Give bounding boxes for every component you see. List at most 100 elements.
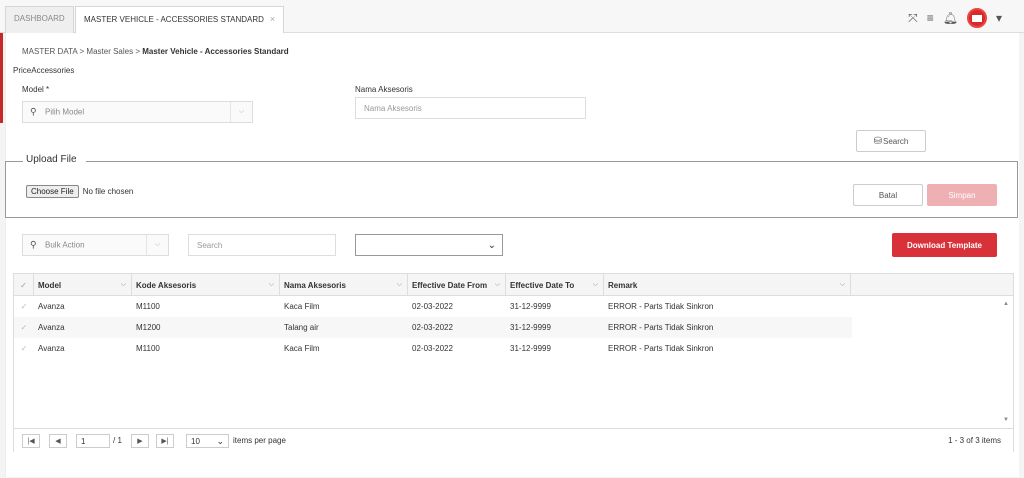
cell-model: Avanza (38, 323, 65, 332)
bell-icon[interactable]: 🔔︎ (943, 11, 958, 25)
column-label: Effective Date From (412, 280, 488, 290)
fullscreen-icon[interactable]: ⤧ (908, 11, 918, 26)
last-page-icon[interactable]: ▶| (156, 434, 174, 448)
bulk-action-select[interactable]: ⚲ Bulk Action ⌵ (22, 234, 169, 256)
section-title: PriceAccessories (13, 66, 75, 75)
column-header-date-from[interactable]: Effective Date From ⌵ (408, 274, 506, 296)
breadcrumb-separator: > (79, 47, 85, 56)
first-page-icon[interactable]: |◀ (22, 434, 40, 448)
column-label: Kode Aksesoris (136, 280, 197, 290)
table-row[interactable]: ✓ Avanza M1100 Kaca Film 02-03-2022 31-1… (14, 338, 852, 359)
column-header-model[interactable]: Model ⌵ (34, 274, 132, 296)
breadcrumb-current: Master Vehicle - Accessories Standard (142, 47, 289, 56)
column-label: Remark (608, 280, 638, 290)
cell-remark: ERROR - Parts Tidak Sinkron (608, 302, 714, 311)
cell-model: Avanza (38, 344, 65, 353)
column-label: Model (38, 280, 62, 290)
chevron-down-icon[interactable]: ⌵ (495, 281, 500, 289)
data-grid: ✓ Model ⌵ Kode Aksesoris ⌵ Nama Aksesoris ⌵… (13, 273, 1014, 452)
scroll-down-icon[interactable]: ▼ (1003, 417, 1009, 423)
next-page-icon[interactable]: ▶ (131, 434, 149, 448)
cell-model: Avanza (38, 302, 65, 311)
simpan-button[interactable]: Simpan (927, 184, 997, 206)
chevron-down-icon[interactable]: ⌵ (269, 281, 274, 289)
cell-remark: ERROR - Parts Tidak Sinkron (608, 344, 714, 353)
nama-aksesoris-label: Nama Aksesoris (355, 85, 413, 94)
model-select[interactable]: ⚲ Pilih Model ⌵ (22, 101, 253, 123)
file-chooser: Choose File No file chosen (26, 185, 133, 198)
model-label: Model * (22, 85, 50, 94)
row-checkbox[interactable]: ✓ (14, 296, 34, 317)
column-label: Nama Aksesoris (284, 280, 346, 290)
search-button-label: Search (883, 136, 909, 146)
top-icons: ⤧ ≡ 🔔︎ ▾ (908, 8, 1002, 28)
search-button[interactable]: ⛁ Search (856, 130, 926, 152)
model-placeholder: Pilih Model (45, 107, 85, 117)
download-template-button[interactable]: Download Template (892, 233, 997, 257)
column-header-remark[interactable]: Remark ⌵ (604, 274, 851, 296)
database-icon: ⛁ (873, 135, 883, 147)
pager: |◀ ◀ 1 / 1 ▶ ▶| 10 ⌄ items per page 1 - … (14, 428, 1013, 452)
chevron-down-icon[interactable]: ⌵ (121, 281, 126, 289)
row-checkbox[interactable]: ✓ (14, 338, 34, 359)
cell-kode: M1200 (136, 323, 161, 332)
cell-nama: Kaca Film (284, 302, 320, 311)
cell-date-to: 31-12-9999 (510, 323, 551, 332)
chevron-down-icon[interactable]: ⌵ (146, 235, 168, 255)
tab-master-vehicle[interactable]: MASTER VEHICLE - ACCESSORIES STANDARD × (75, 6, 285, 34)
pager-summary: 1 - 3 of 3 items (948, 436, 1001, 445)
menu-icon[interactable]: ≡ (927, 11, 934, 25)
search-icon: ⚲ (30, 239, 37, 250)
batal-button[interactable]: Batal (853, 184, 923, 206)
cell-date-from: 02-03-2022 (412, 344, 453, 353)
chevron-down-icon: ⌄ (487, 239, 496, 251)
breadcrumb-separator: > (135, 47, 140, 56)
page-size-value: 10 (191, 436, 200, 446)
breadcrumb-master-sales[interactable]: Master Sales (86, 47, 133, 56)
filter-dropdown[interactable]: ⌄ (355, 234, 503, 256)
column-header-nama[interactable]: Nama Aksesoris ⌵ (280, 274, 408, 296)
vertical-scrollbar[interactable]: ▲ ▼ (1001, 296, 1013, 428)
cell-date-from: 02-03-2022 (412, 323, 453, 332)
close-icon[interactable]: × (270, 14, 275, 24)
page-input[interactable]: 1 (76, 434, 110, 448)
top-bar: DASHBOARD MASTER VEHICLE - ACCESSORIES S… (0, 0, 1024, 34)
scroll-up-icon[interactable]: ▲ (1003, 301, 1009, 307)
prev-page-icon[interactable]: ◀ (49, 434, 67, 448)
bulk-action-placeholder: Bulk Action (45, 240, 85, 250)
chevron-down-icon[interactable]: ⌵ (840, 281, 845, 289)
column-header-kode[interactable]: Kode Aksesoris ⌵ (132, 274, 280, 296)
column-label: Effective Date To (510, 280, 575, 290)
avatar[interactable] (966, 8, 987, 28)
cell-remark: ERROR - Parts Tidak Sinkron (608, 323, 714, 332)
chevron-down-icon[interactable]: ▾ (996, 11, 1002, 25)
row-checkbox[interactable]: ✓ (14, 317, 34, 338)
page-size-select[interactable]: 10 ⌄ (186, 434, 229, 448)
grid-header: ✓ Model ⌵ Kode Aksesoris ⌵ Nama Aksesoris ⌵… (14, 274, 1013, 296)
cell-date-from: 02-03-2022 (412, 302, 453, 311)
cell-date-to: 31-12-9999 (510, 344, 551, 353)
nama-aksesoris-input[interactable]: Nama Aksesoris (355, 97, 586, 119)
cell-nama: Talang air (284, 323, 319, 332)
cell-nama: Kaca Film (284, 344, 320, 353)
left-accent-bar (0, 33, 3, 123)
select-all-checkbox[interactable]: ✓ (14, 274, 34, 296)
no-file-text: No file chosen (82, 187, 134, 196)
cell-kode: M1100 (136, 344, 160, 353)
total-pages: / 1 (113, 436, 122, 445)
tab-master-vehicle-label: MASTER VEHICLE - ACCESSORIES STANDARD (84, 15, 264, 24)
table-row[interactable]: ✓ Avanza M1200 Talang air 02-03-2022 31-… (14, 317, 852, 338)
items-per-page-label: items per page (233, 436, 286, 445)
chevron-down-icon[interactable]: ⌵ (593, 281, 598, 289)
chevron-down-icon[interactable]: ⌵ (230, 102, 252, 122)
tab-dashboard-label: DASHBOARD (14, 14, 65, 23)
breadcrumb-master-data[interactable]: MASTER DATA (22, 47, 77, 56)
choose-file-button[interactable]: Choose File (26, 185, 79, 198)
column-header-date-to[interactable]: Effective Date To ⌵ (506, 274, 604, 296)
tab-dashboard[interactable]: DASHBOARD (5, 6, 74, 33)
search-icon: ⚲ (30, 106, 37, 117)
grid-search-input[interactable]: Search (188, 234, 336, 256)
table-row[interactable]: ✓ Avanza M1100 Kaca Film 02-03-2022 31-1… (14, 296, 852, 317)
chevron-down-icon[interactable]: ⌵ (397, 281, 402, 289)
breadcrumb: MASTER DATA > Master Sales > Master Vehi… (22, 47, 289, 56)
